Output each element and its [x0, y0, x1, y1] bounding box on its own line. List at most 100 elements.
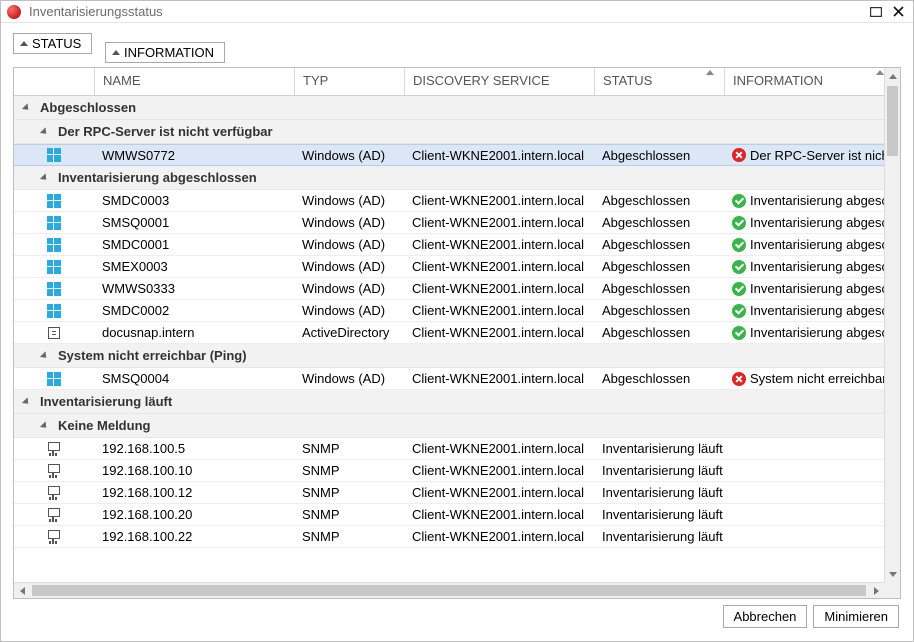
table-row[interactable]: 192.168.100.20SNMPClient-WKNE2001.intern…: [14, 504, 884, 526]
cell-icon: [14, 327, 94, 339]
info-text: Inventarisierung abgescl: [750, 325, 884, 340]
header-label: STATUS: [603, 73, 652, 88]
cell-typ: SNMP: [294, 529, 404, 544]
collapse-icon: [24, 103, 34, 113]
cell-status: Abgeschlossen: [594, 281, 724, 296]
maximize-icon: [870, 7, 882, 17]
cell-name: WMWS0333: [94, 281, 294, 296]
table-row[interactable]: SMDC0001Windows (AD)Client-WKNE2001.inte…: [14, 234, 884, 256]
subgroup-row[interactable]: Keine Meldung: [14, 414, 884, 438]
table-row[interactable]: 192.168.100.5SNMPClient-WKNE2001.intern.…: [14, 438, 884, 460]
chevron-up-icon: [20, 41, 28, 46]
info-text: Inventarisierung abgescl: [750, 281, 884, 296]
group-row[interactable]: Inventarisierung läuft: [14, 390, 884, 414]
vertical-scrollbar[interactable]: [884, 68, 900, 582]
cell-discovery: Client-WKNE2001.intern.local: [404, 325, 594, 340]
main-window: Inventarisierungsstatus STATUS INFORMATI…: [0, 0, 914, 642]
cell-typ: SNMP: [294, 463, 404, 478]
error-icon: [732, 148, 746, 162]
subgroup-row[interactable]: Inventarisierung abgeschlossen: [14, 166, 884, 190]
cell-name: SMSQ0004: [94, 371, 294, 386]
cell-status: Abgeschlossen: [594, 148, 724, 163]
cell-icon: [14, 282, 94, 296]
column-header-name[interactable]: NAME: [94, 68, 294, 95]
close-button[interactable]: [889, 4, 907, 20]
cell-typ: SNMP: [294, 507, 404, 522]
close-icon: [893, 6, 904, 17]
cell-icon: [14, 486, 94, 500]
horizontal-scrollbar[interactable]: [14, 582, 900, 598]
group-row[interactable]: Abgeschlossen: [14, 96, 884, 120]
group-by-bar: STATUS INFORMATION: [13, 33, 901, 67]
info-text: Inventarisierung abgescl: [750, 215, 884, 230]
column-header-icon[interactable]: [14, 68, 94, 95]
cell-discovery: Client-WKNE2001.intern.local: [404, 281, 594, 296]
table-row[interactable]: SMDC0002Windows (AD)Client-WKNE2001.inte…: [14, 300, 884, 322]
chevron-up-icon: [889, 74, 897, 79]
cell-discovery: Client-WKNE2001.intern.local: [404, 529, 594, 544]
scroll-up-button[interactable]: [885, 68, 900, 84]
cell-information: Inventarisierung abgescl: [724, 193, 884, 208]
table-row[interactable]: SMSQ0004Windows (AD)Client-WKNE2001.inte…: [14, 368, 884, 390]
column-header-status[interactable]: STATUS: [594, 68, 724, 95]
scroll-left-button[interactable]: [14, 583, 30, 598]
success-icon: [732, 326, 746, 340]
chip-label: INFORMATION: [124, 45, 214, 60]
snmp-device-icon: [47, 442, 61, 456]
table-row[interactable]: WMWS0772Windows (AD)Client-WKNE2001.inte…: [14, 144, 884, 166]
cell-typ: Windows (AD): [294, 237, 404, 252]
cell-status: Inventarisierung läuft: [594, 507, 724, 522]
success-icon: [732, 194, 746, 208]
subgroup-row[interactable]: Der RPC-Server ist nicht verfügbar: [14, 120, 884, 144]
maximize-button[interactable]: [867, 4, 885, 20]
cell-name: docusnap.intern: [94, 325, 294, 340]
snmp-device-icon: [47, 508, 61, 522]
table-row[interactable]: 192.168.100.22SNMPClient-WKNE2001.intern…: [14, 526, 884, 548]
scroll-corner: [884, 582, 900, 598]
app-icon: [7, 5, 21, 19]
subgroup-label: Der RPC-Server ist nicht verfügbar: [58, 124, 273, 139]
subgroup-row[interactable]: System nicht erreichbar (Ping): [14, 344, 884, 368]
column-header-discovery[interactable]: DISCOVERY SERVICE: [404, 68, 594, 95]
groupby-chip-information[interactable]: INFORMATION: [105, 42, 225, 63]
cell-typ: SNMP: [294, 485, 404, 500]
table-row[interactable]: WMWS0333Windows (AD)Client-WKNE2001.inte…: [14, 278, 884, 300]
cell-status: Abgeschlossen: [594, 237, 724, 252]
cell-typ: Windows (AD): [294, 259, 404, 274]
scroll-thumb[interactable]: [32, 585, 866, 596]
collapse-icon: [42, 351, 52, 361]
info-text: Inventarisierung abgescl: [750, 193, 884, 208]
column-header-information[interactable]: INFORMATION: [724, 68, 884, 95]
cell-icon: [14, 530, 94, 544]
scroll-thumb[interactable]: [887, 86, 898, 156]
cell-discovery: Client-WKNE2001.intern.local: [404, 507, 594, 522]
minimize-button[interactable]: Minimieren: [813, 605, 899, 628]
cell-typ: Windows (AD): [294, 193, 404, 208]
scroll-right-button[interactable]: [868, 583, 884, 598]
table-row[interactable]: SMDC0003Windows (AD)Client-WKNE2001.inte…: [14, 190, 884, 212]
cell-status: Abgeschlossen: [594, 371, 724, 386]
scroll-down-button[interactable]: [885, 566, 900, 582]
header-label: INFORMATION: [733, 73, 823, 88]
snmp-device-icon: [47, 486, 61, 500]
table-row[interactable]: 192.168.100.12SNMPClient-WKNE2001.intern…: [14, 482, 884, 504]
cell-icon: [14, 238, 94, 252]
subgroup-label: System nicht erreichbar (Ping): [58, 348, 247, 363]
cell-discovery: Client-WKNE2001.intern.local: [404, 237, 594, 252]
cell-typ: SNMP: [294, 441, 404, 456]
table-row[interactable]: 192.168.100.10SNMPClient-WKNE2001.intern…: [14, 460, 884, 482]
cell-status: Abgeschlossen: [594, 215, 724, 230]
cell-name: 192.168.100.5: [94, 441, 294, 456]
table-row[interactable]: SMSQ0001Windows (AD)Client-WKNE2001.inte…: [14, 212, 884, 234]
cell-name: SMDC0002: [94, 303, 294, 318]
table-row[interactable]: SMEX0003Windows (AD)Client-WKNE2001.inte…: [14, 256, 884, 278]
groupby-chip-status[interactable]: STATUS: [13, 33, 92, 54]
cell-information: Inventarisierung abgescl: [724, 215, 884, 230]
column-header-typ[interactable]: TYP: [294, 68, 404, 95]
column-header-row: NAME TYP DISCOVERY SERVICE STATUS INFORM…: [14, 68, 884, 96]
sort-asc-icon: [876, 70, 884, 75]
table-row[interactable]: docusnap.internActiveDirectoryClient-WKN…: [14, 322, 884, 344]
windows-icon: [47, 148, 61, 162]
cancel-button[interactable]: Abbrechen: [723, 605, 808, 628]
cell-discovery: Client-WKNE2001.intern.local: [404, 371, 594, 386]
